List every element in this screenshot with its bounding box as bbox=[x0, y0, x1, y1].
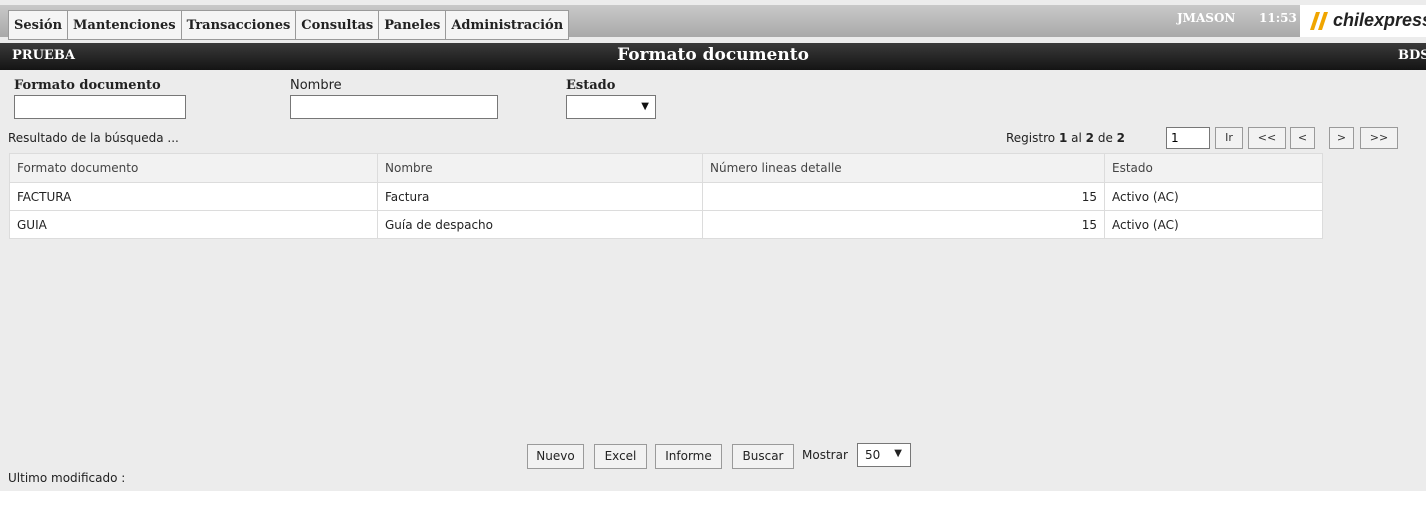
first-page-button[interactable]: << bbox=[1248, 127, 1286, 149]
table-row[interactable]: FACTURA Factura 15 Activo (AC) bbox=[9, 182, 1323, 211]
mostrar-label: Mostrar bbox=[802, 448, 848, 462]
title-bar: PRUEBA Formato documento BDS bbox=[0, 43, 1426, 70]
table-cell: Guía de despacho bbox=[377, 210, 703, 239]
excel-button[interactable]: Excel bbox=[594, 444, 647, 469]
main-menu: Sesión Mantenciones Transacciones Consul… bbox=[8, 10, 570, 40]
menu-item-consultas[interactable]: Consultas bbox=[296, 10, 380, 40]
go-button[interactable]: Ir bbox=[1215, 127, 1243, 149]
buscar-button[interactable]: Buscar bbox=[732, 444, 794, 469]
menu-item-administracion[interactable]: Administración bbox=[446, 10, 570, 40]
user-name: JMASON bbox=[1177, 11, 1236, 25]
nuevo-button[interactable]: Nuevo bbox=[527, 444, 584, 469]
clock-time: 11:53 bbox=[1259, 11, 1297, 25]
formato-input[interactable] bbox=[14, 95, 186, 119]
formato-label: Formato documento bbox=[14, 78, 161, 93]
menu-item-sesion[interactable]: Sesión bbox=[8, 10, 69, 40]
brand-logo: chilexpress bbox=[1300, 5, 1426, 37]
page-size-select[interactable]: 50 ▼ bbox=[857, 443, 911, 467]
column-header[interactable]: Formato documento bbox=[9, 153, 378, 183]
menu-item-transacciones[interactable]: Transacciones bbox=[181, 10, 297, 40]
menu-item-paneles[interactable]: Paneles bbox=[379, 10, 447, 40]
chilexpress-logo-icon bbox=[1310, 12, 1328, 30]
results-label: Resultado de la búsqueda ... bbox=[8, 131, 179, 145]
table-cell: FACTURA bbox=[9, 182, 378, 211]
column-header[interactable]: Nombre bbox=[377, 153, 703, 183]
column-header[interactable]: Número lineas detalle bbox=[702, 153, 1105, 183]
prev-page-button[interactable]: < bbox=[1290, 127, 1315, 149]
chevron-down-icon: ▼ bbox=[641, 101, 649, 112]
page-size-value: 50 bbox=[865, 448, 881, 462]
estado-select[interactable]: ▼ bbox=[566, 95, 656, 119]
table-cell: Activo (AC) bbox=[1104, 210, 1323, 239]
informe-button[interactable]: Informe bbox=[655, 444, 722, 469]
bottom-strip bbox=[0, 491, 1426, 507]
page-title: Formato documento bbox=[617, 45, 809, 65]
nombre-label: Nombre bbox=[290, 78, 342, 93]
menu-item-mantenciones[interactable]: Mantenciones bbox=[68, 10, 182, 40]
brand-name: chilexpress bbox=[1333, 10, 1426, 30]
column-header[interactable]: Estado bbox=[1104, 153, 1323, 183]
nombre-input[interactable] bbox=[290, 95, 498, 119]
table-header-row: Formato documento Nombre Número lineas d… bbox=[9, 153, 1323, 183]
table-cell: Activo (AC) bbox=[1104, 182, 1323, 211]
page-number-input[interactable] bbox=[1166, 127, 1210, 149]
chevron-down-icon: ▼ bbox=[894, 448, 902, 459]
last-page-button[interactable]: >> bbox=[1360, 127, 1398, 149]
table-cell: 15 bbox=[702, 182, 1105, 211]
next-page-button[interactable]: > bbox=[1329, 127, 1354, 149]
table-cell: Factura bbox=[377, 182, 703, 211]
results-table: Formato documento Nombre Número lineas d… bbox=[9, 153, 1323, 239]
last-modified-label: Ultimo modificado : bbox=[8, 471, 126, 485]
table-row[interactable]: GUIA Guía de despacho 15 Activo (AC) bbox=[9, 210, 1323, 239]
table-cell: GUIA bbox=[9, 210, 378, 239]
table-cell: 15 bbox=[702, 210, 1105, 239]
record-range: Registro 1 al 2 de 2 bbox=[1006, 131, 1126, 145]
estado-label: Estado bbox=[566, 78, 616, 93]
database-code: BDS bbox=[1398, 48, 1426, 63]
